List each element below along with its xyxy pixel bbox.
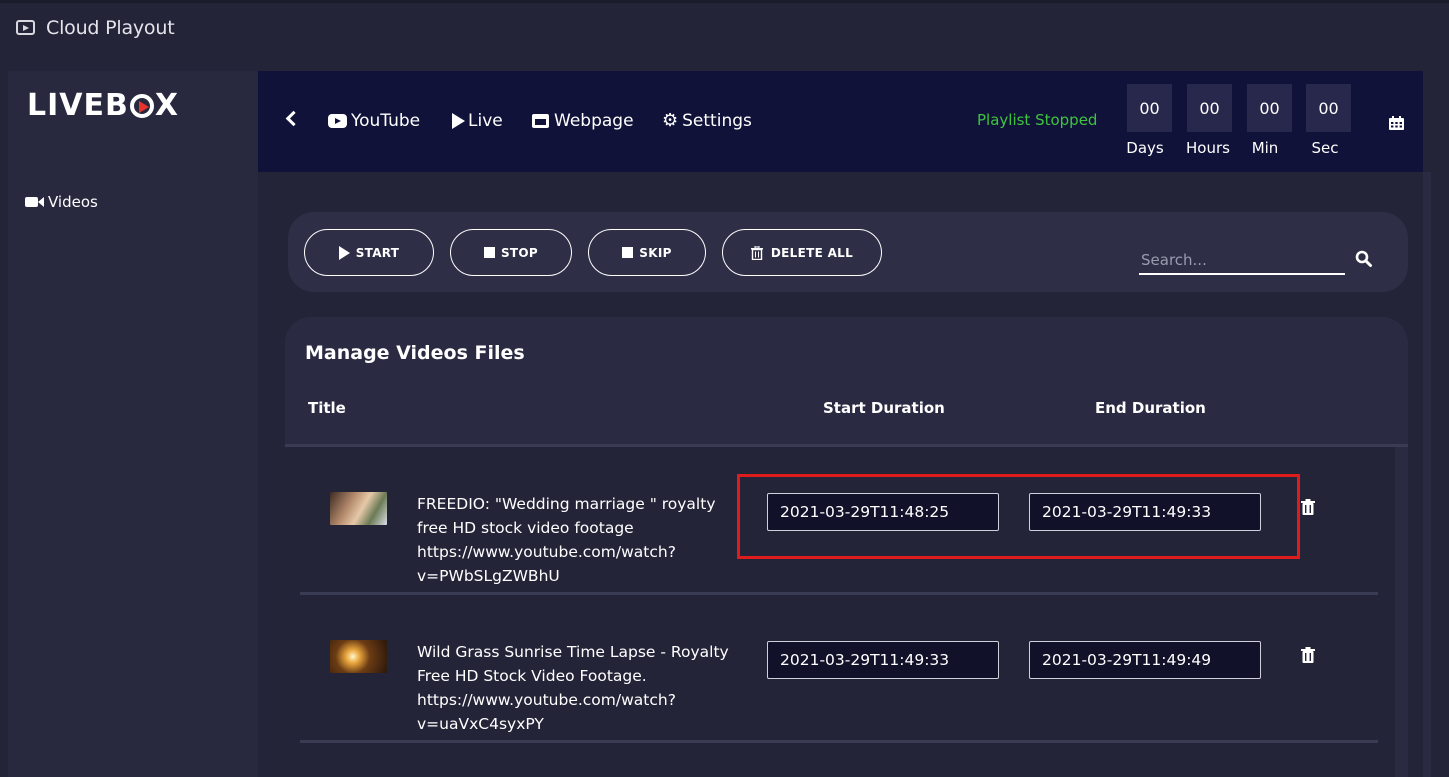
countdown-hours-value: 00 xyxy=(1187,84,1232,132)
end-duration-input[interactable]: 2021-03-29T11:49:33 xyxy=(1029,493,1261,531)
app-title: Cloud Playout xyxy=(46,16,175,39)
scrollbar[interactable] xyxy=(1423,172,1431,777)
sidebar-item-videos[interactable]: Videos xyxy=(25,193,98,211)
nav-label: YouTube xyxy=(351,111,421,131)
video-title: Wild Grass Sunrise Time Lapse - Royalty … xyxy=(417,643,729,733)
back-chevron-icon[interactable] xyxy=(285,110,302,127)
youtube-outline-icon xyxy=(16,20,35,35)
livebox-logo[interactable]: LIVEB X xyxy=(27,88,179,123)
column-header-end: End Duration xyxy=(1095,399,1206,417)
search-icon[interactable] xyxy=(1355,250,1373,268)
playlist-status: Playlist Stopped xyxy=(977,111,1098,129)
nav-webpage[interactable]: Webpage xyxy=(532,111,634,131)
table-row: Wild Grass Sunrise Time Lapse - Royalty … xyxy=(300,595,1378,743)
countdown-sec-value: 00 xyxy=(1306,84,1351,132)
nav-label: Settings xyxy=(682,111,752,131)
logo-play-circle-icon xyxy=(129,93,154,118)
gear-icon: ⚙ xyxy=(662,110,679,131)
stop-icon xyxy=(622,247,634,258)
table-row: FREEDIO: "Wedding marriage " royalty fre… xyxy=(300,447,1378,595)
column-header-start: Start Duration xyxy=(823,399,945,417)
video-title: FREEDIO: "Wedding marriage " royalty fre… xyxy=(417,495,716,585)
video-camera-icon xyxy=(25,197,44,207)
countdown-sec-label: Sec xyxy=(1311,139,1339,157)
manage-videos-card: Manage Videos Files Title Start Duration… xyxy=(285,317,1408,777)
section-title: Manage Videos Files xyxy=(305,342,525,364)
logo-text-suffix: X xyxy=(154,88,179,123)
nav-youtube[interactable]: YouTube xyxy=(328,111,420,131)
video-thumbnail[interactable] xyxy=(330,492,387,525)
nav-live[interactable]: Live xyxy=(452,111,503,131)
video-thumbnail[interactable] xyxy=(330,640,387,673)
logo-text-prefix: LIVEB xyxy=(27,88,129,123)
youtube-icon xyxy=(328,114,347,128)
start-button[interactable]: START xyxy=(304,229,434,276)
play-icon xyxy=(338,245,350,260)
video-list: FREEDIO: "Wedding marriage " royalty fre… xyxy=(285,447,1395,777)
start-duration-input[interactable]: 2021-03-29T11:49:33 xyxy=(767,641,999,679)
app-title-bar: Cloud Playout xyxy=(0,0,1449,52)
trash-icon[interactable] xyxy=(1301,499,1315,515)
stop-button[interactable]: STOP xyxy=(450,229,572,276)
nav-settings[interactable]: ⚙ Settings xyxy=(662,111,752,131)
window-icon xyxy=(532,114,549,128)
countdown-days-value: 00 xyxy=(1127,84,1172,132)
delete-all-button[interactable]: DELETE ALL xyxy=(722,229,882,276)
top-navigation: YouTube Live Webpage ⚙ Settings Playlist… xyxy=(258,71,1423,172)
skip-label: SKIP xyxy=(639,245,672,260)
start-duration-input[interactable]: 2021-03-29T11:48:25 xyxy=(767,493,999,531)
nav-label: Live xyxy=(468,111,503,131)
calendar-icon[interactable] xyxy=(1389,116,1404,130)
end-duration-input[interactable]: 2021-03-29T11:49:49 xyxy=(1029,641,1261,679)
search-input[interactable] xyxy=(1139,247,1345,275)
sidebar-item-label: Videos xyxy=(48,193,98,211)
sidebar: LIVEB X Videos xyxy=(8,71,258,777)
column-header-title: Title xyxy=(308,399,346,417)
nav-label: Webpage xyxy=(554,111,634,131)
delete-all-label: DELETE ALL xyxy=(770,245,854,260)
trash-icon[interactable] xyxy=(1301,647,1315,663)
stop-label: STOP xyxy=(500,245,539,260)
countdown-min-value: 00 xyxy=(1247,84,1292,132)
start-label: START xyxy=(355,245,400,260)
trash-icon xyxy=(750,245,763,260)
stop-icon xyxy=(483,247,495,258)
skip-button[interactable]: SKIP xyxy=(588,229,706,276)
playlist-toolbar: START STOP SKIP DELETE ALL xyxy=(288,212,1408,292)
play-icon xyxy=(452,113,465,129)
countdown-days-label: Days xyxy=(1126,139,1164,157)
